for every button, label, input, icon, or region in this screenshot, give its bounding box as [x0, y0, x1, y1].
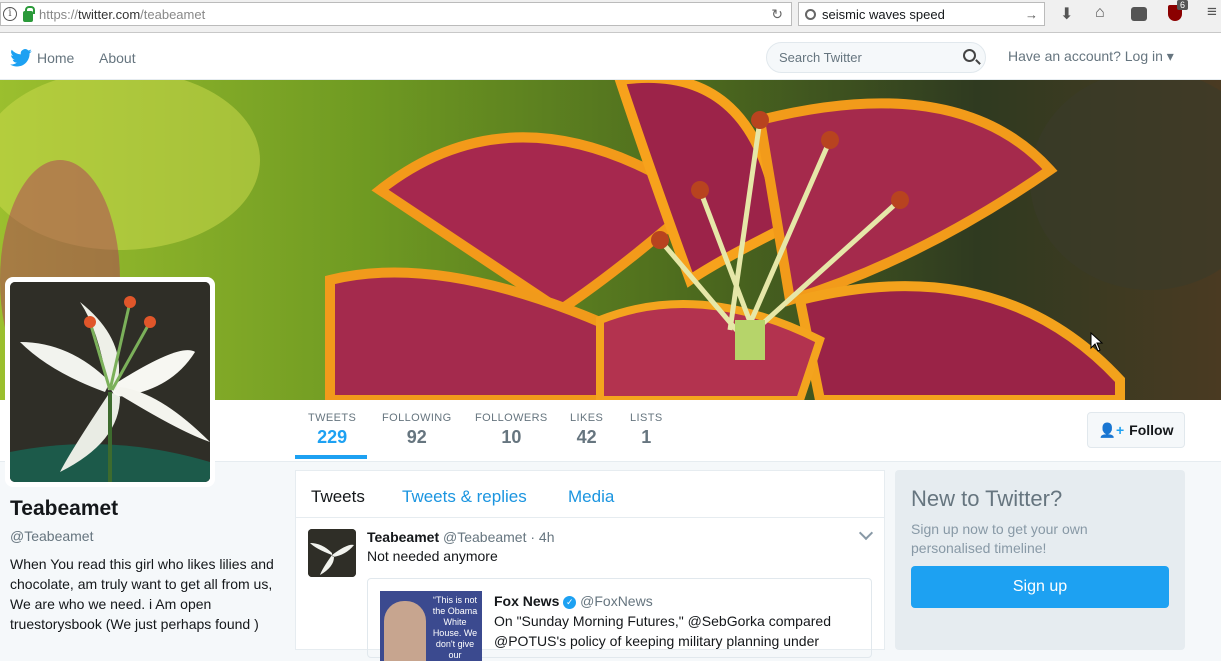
signup-button[interactable]: Sign up — [911, 566, 1169, 608]
stat-label: FOLLOWING — [382, 412, 452, 424]
url-host: twitter.com — [78, 6, 141, 22]
timeline: Tweets Tweets & replies Media Teabeamet … — [295, 470, 885, 661]
add-user-icon: 👤+ — [1098, 421, 1125, 438]
quoted-tweet-text: On "Sunday Morning Futures," @SebGorka c… — [494, 613, 831, 649]
tweet-author-name[interactable]: Teabeamet — [367, 529, 439, 545]
stat-value: 1 — [641, 427, 652, 447]
profile-name[interactable]: Teabeamet — [10, 497, 118, 521]
profile-handle[interactable]: @Teabeamet — [10, 528, 93, 544]
tweet-text: Not needed anymore — [367, 548, 498, 564]
tab-tweets-replies[interactable]: Tweets & replies — [402, 487, 527, 507]
follow-button[interactable]: 👤+ Follow — [1087, 412, 1185, 448]
stat-value: 229 — [317, 427, 348, 447]
stat-tweets[interactable]: TWEETS 229 — [308, 412, 356, 448]
avatar[interactable] — [5, 277, 215, 487]
signup-module: New to Twitter? Sign up now to get your … — [895, 470, 1185, 650]
url-bar[interactable]: i https://twitter.com/teabeamet ↻ — [0, 2, 792, 26]
quoted-tweet[interactable]: “This is not the Obama White House. We d… — [367, 578, 872, 661]
lock-icon — [23, 5, 35, 22]
tweet-header: Teabeamet @Teabeamet · 4h — [367, 529, 555, 545]
url-text[interactable]: https://twitter.com/teabeamet — [39, 7, 205, 22]
person-photo — [384, 601, 426, 661]
stat-value: 42 — [576, 427, 597, 447]
nav-about[interactable]: About — [99, 50, 136, 66]
url-scheme: https:// — [39, 6, 79, 22]
go-arrow-icon[interactable]: → — [1025, 7, 1038, 22]
quoted-author-name[interactable]: Fox News — [494, 593, 559, 609]
stat-label: LIKES — [570, 412, 604, 424]
login-link[interactable]: Have an account? Log in ▾ — [1008, 48, 1174, 65]
stat-value: 10 — [501, 427, 522, 447]
stat-followers[interactable]: FOLLOWERS 10 — [475, 412, 548, 448]
download-icon[interactable]: ⬇ — [1060, 4, 1073, 24]
search-input[interactable]: Search Twitter — [766, 42, 986, 73]
follow-label: Follow — [1129, 422, 1174, 438]
stat-likes[interactable]: LIKES 42 — [570, 412, 603, 448]
profile-bio: When You read this girl who likes lilies… — [10, 556, 274, 632]
top-nav: Home About Search Twitter Have an accoun… — [0, 33, 1221, 80]
lily-avatar-image — [308, 529, 356, 577]
quoted-author-handle[interactable]: @FoxNews — [580, 593, 653, 609]
quoted-image-text: “This is not the Obama White House. We d… — [432, 595, 478, 660]
mouse-cursor-icon — [1090, 332, 1104, 352]
pocket-icon[interactable] — [1131, 7, 1147, 21]
verified-badge-icon: ✓ — [563, 595, 577, 609]
tab-tweets[interactable]: Tweets — [311, 487, 365, 507]
browser-search-value[interactable]: seismic waves speed — [822, 7, 945, 22]
stat-following[interactable]: FOLLOWING 92 — [382, 412, 452, 448]
tweet-author-handle[interactable]: @Teabeamet — [443, 529, 526, 545]
signup-title: New to Twitter? — [911, 486, 1063, 511]
reload-icon[interactable]: ↻ — [771, 6, 783, 23]
browser-search-field[interactable]: seismic waves speed → — [798, 2, 1045, 26]
tweet-avatar[interactable] — [308, 529, 356, 577]
quoted-tweet-content: Fox News ✓ @FoxNews On "Sunday Morning F… — [494, 591, 864, 651]
extension-badge: 6 — [1177, 0, 1189, 10]
tab-media[interactable]: Media — [568, 487, 614, 507]
tweet-time[interactable]: · 4h — [530, 529, 554, 545]
stat-value: 92 — [406, 427, 427, 447]
quoted-tweet-image: “This is not the Obama White House. We d… — [380, 591, 482, 661]
stat-label: FOLLOWERS — [475, 412, 548, 424]
active-tab-underline — [295, 455, 367, 459]
lily-avatar-image — [10, 282, 210, 482]
timeline-tabs: Tweets Tweets & replies Media — [296, 471, 884, 518]
search-icon[interactable] — [963, 49, 976, 62]
browser-toolbar: i https://twitter.com/teabeamet ↻ seismi… — [0, 0, 1221, 33]
search-placeholder: Search Twitter — [779, 50, 862, 65]
chevron-down-icon[interactable] — [858, 525, 874, 541]
nav-home[interactable]: Home — [37, 50, 74, 66]
stat-label: LISTS — [630, 412, 663, 424]
twitter-bird-icon[interactable] — [10, 49, 32, 67]
home-icon[interactable]: ⌂ — [1095, 4, 1105, 22]
url-path: /teabeamet — [140, 6, 206, 22]
stat-lists[interactable]: LISTS 1 — [630, 412, 663, 448]
signup-text: Sign up now to get your own personalised… — [911, 521, 1088, 556]
stat-label: TWEETS — [308, 412, 357, 424]
search-icon — [805, 8, 816, 20]
info-icon[interactable]: i — [3, 7, 17, 21]
menu-icon[interactable]: ≡ — [1207, 2, 1217, 22]
